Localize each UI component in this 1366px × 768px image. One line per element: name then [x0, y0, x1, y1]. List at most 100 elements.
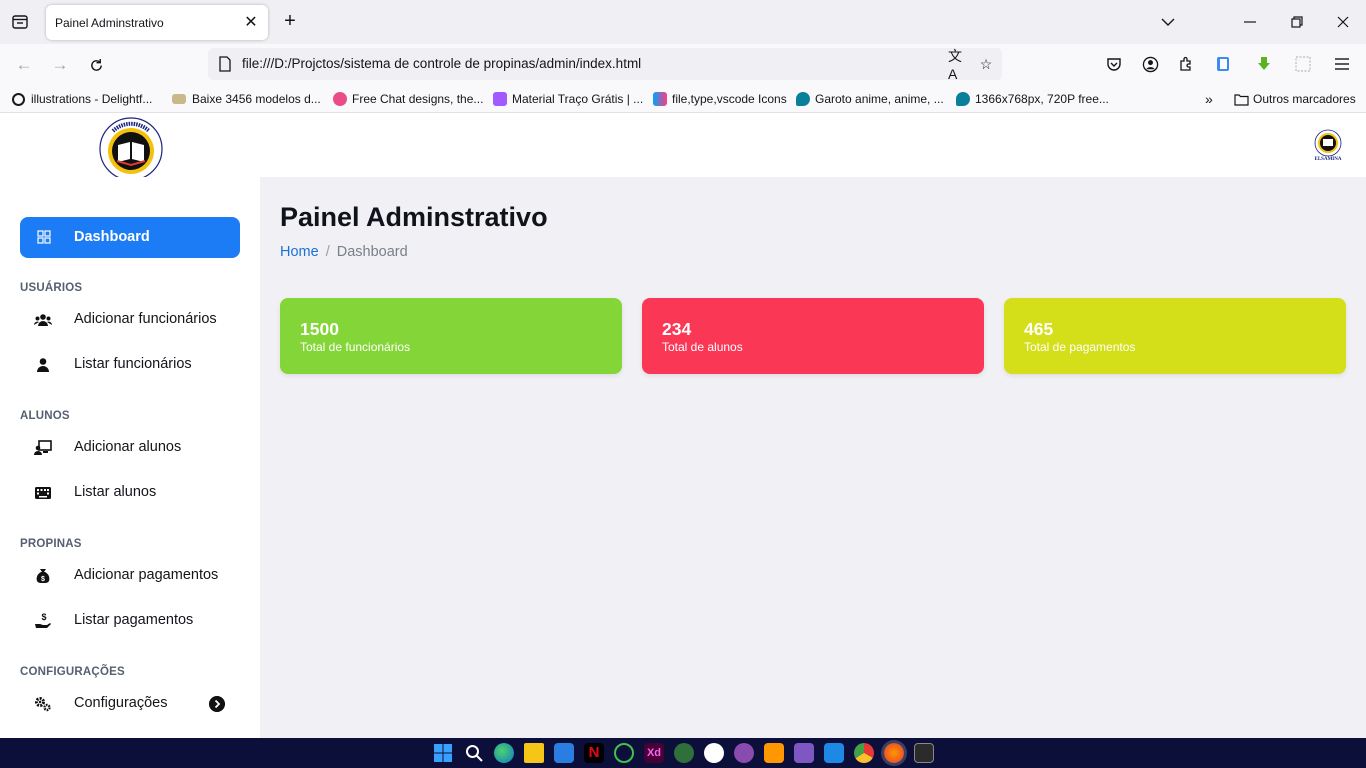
chrome-icon[interactable]: [854, 743, 874, 763]
breadcrumb-separator: /: [325, 244, 330, 260]
sidebar-item-label: Dashboard: [74, 229, 150, 245]
sidebar-item-label: Adicionar funcionários: [74, 311, 217, 327]
extensions-icon[interactable]: [1175, 53, 1197, 75]
stat-label: Total de pagamentos: [1024, 340, 1136, 354]
bookmark-item[interactable]: 1366x768px, 720P free...: [956, 90, 1109, 108]
account-icon[interactable]: [1139, 53, 1161, 75]
netflix-icon[interactable]: N: [584, 743, 604, 763]
svg-text:$: $: [41, 576, 45, 583]
user-avatar[interactable]: ELSAMINA: [1313, 129, 1343, 161]
container-tabs-icon[interactable]: [1212, 53, 1234, 75]
bookmark-item[interactable]: file,type,vscode Icons: [653, 90, 787, 108]
sidebar-item-add-staff[interactable]: Adicionar funcionários: [20, 304, 240, 336]
sidebar-item-label: Adicionar pagamentos: [74, 567, 219, 583]
dashboard-grid-icon: [37, 230, 51, 244]
search-icon[interactable]: [464, 743, 484, 763]
minimize-icon[interactable]: [1237, 9, 1263, 35]
close-window-icon[interactable]: [1330, 9, 1356, 35]
new-tab-button[interactable]: +: [279, 10, 301, 32]
url-bar[interactable]: file:///D:/Projctos/sistema de controle …: [208, 48, 1002, 82]
sidebar-item-list-payments[interactable]: $ Listar pagamentos: [20, 605, 240, 637]
svg-text:$: $: [41, 612, 46, 622]
bookmark-item[interactable]: illustrations - Delightf...: [12, 90, 152, 108]
more-bookmarks-icon[interactable]: »: [1205, 90, 1213, 108]
breadcrumb: Home / Dashboard: [280, 244, 408, 260]
tab-title: Painel Adminstrativo: [55, 15, 164, 30]
sidebar-item-label: Listar alunos: [74, 484, 157, 500]
folder-icon: [1234, 93, 1249, 106]
mongodb-icon[interactable]: [704, 743, 724, 763]
sidebar-item-list-students[interactable]: Listar alunos: [20, 477, 240, 509]
translate-icon[interactable]: 文A: [948, 48, 968, 82]
sidebar-item-add-payments[interactable]: $ Adicionar pagamentos: [20, 560, 240, 592]
os-taskbar: N Xd: [0, 738, 1366, 768]
bookmark-favicon-icon: [172, 94, 186, 104]
browser-tab[interactable]: Painel Adminstrativo ✕: [46, 5, 268, 40]
hand-holding-usd-icon: $: [35, 612, 51, 628]
sidebar-heading-usuarios: USUÁRIOS: [20, 282, 83, 294]
edge-browser-icon[interactable]: [494, 743, 514, 763]
screenshot-icon[interactable]: [1292, 53, 1314, 75]
bookmark-item[interactable]: Garoto anime, anime, ...: [796, 90, 944, 108]
bookmark-item[interactable]: Material Traço Grátis | ...: [493, 90, 643, 108]
store-icon[interactable]: [554, 743, 574, 763]
cogs-icon: [35, 697, 51, 712]
sidebar-item-add-students[interactable]: Adicionar alunos: [20, 432, 240, 464]
bookmarks-bar: illustrations - Delightf... Baixe 3456 m…: [0, 84, 1366, 113]
back-icon[interactable]: ←: [11, 52, 37, 78]
sidebar-item-label: Configurações: [74, 695, 168, 711]
browser-tab-bar: Painel Adminstrativo ✕ +: [0, 0, 1366, 44]
browser-nav-bar: ← → file:///D:/Projctos/sistema de contr…: [0, 44, 1366, 84]
breadcrumb-home-link[interactable]: Home: [280, 244, 319, 260]
sidebar-item-settings[interactable]: Configurações: [20, 688, 240, 720]
dribbble-icon: [333, 92, 347, 106]
forward-icon[interactable]: →: [47, 52, 73, 78]
sidebar-item-label: Listar funcionários: [74, 356, 192, 372]
upwork-icon[interactable]: [614, 743, 634, 763]
sidebar-heading-propinas: PROPINAS: [20, 538, 82, 550]
close-tab-icon[interactable]: ✕: [242, 13, 260, 31]
firefox-icon[interactable]: [884, 743, 904, 763]
sidebar-heading-alunos: ALUNOS: [20, 410, 70, 422]
bookmark-item[interactable]: Baixe 3456 modelos d...: [172, 90, 321, 108]
sublime-text-icon[interactable]: [764, 743, 784, 763]
svg-text:ELSAMINA: ELSAMINA: [1315, 157, 1342, 161]
chevron-right-icon[interactable]: [209, 696, 225, 712]
chalkboard-teacher-icon: [34, 440, 52, 455]
picsart-icon: [796, 92, 810, 106]
url-text[interactable]: file:///D:/Projctos/sistema de controle …: [242, 56, 641, 71]
terminal-icon[interactable]: [914, 743, 934, 763]
figma-icon: [493, 92, 507, 106]
list-all-tabs-icon[interactable]: [1155, 9, 1181, 35]
stat-value: 1500: [300, 319, 339, 339]
menu-icon[interactable]: [1331, 53, 1353, 75]
windows-start-icon[interactable]: [433, 743, 453, 763]
pocket-icon[interactable]: [1103, 53, 1125, 75]
android-studio-icon[interactable]: [674, 743, 694, 763]
adobe-xd-icon[interactable]: Xd: [644, 743, 664, 763]
file-explorer-icon[interactable]: [524, 743, 544, 763]
bookmark-star-icon[interactable]: ☆: [976, 54, 996, 74]
keyboard-icon: [35, 487, 51, 499]
github-desktop-icon[interactable]: [734, 743, 754, 763]
iconscout-icon: [653, 92, 667, 106]
tab-list-icon[interactable]: [8, 11, 32, 33]
reload-icon[interactable]: [83, 52, 109, 78]
bookmark-favicon-icon: [12, 92, 25, 106]
breadcrumb-current: Dashboard: [336, 244, 408, 260]
sidebar-item-list-staff[interactable]: Listar funcionários: [20, 349, 240, 381]
restore-icon[interactable]: [1284, 9, 1310, 35]
page-content: ELSAMINA ELSAMINA Dashboard USUÁRIOS Adi…: [0, 113, 1366, 738]
top-header: ELSAMINA ELSAMINA: [0, 113, 1366, 191]
bookmark-item[interactable]: Free Chat designs, the...: [333, 90, 483, 108]
user-icon: [37, 358, 49, 372]
vscode-icon[interactable]: [824, 743, 844, 763]
sidebar-item-dashboard[interactable]: Dashboard: [20, 217, 240, 258]
stat-card-payments[interactable]: 465 Total de pagamentos: [1004, 298, 1346, 374]
other-bookmarks[interactable]: Outros marcadores: [1234, 90, 1356, 108]
visual-studio-icon[interactable]: [794, 743, 814, 763]
stat-card-staff[interactable]: 1500 Total de funcionários: [280, 298, 622, 374]
sidebar-item-label: Listar pagamentos: [74, 612, 194, 628]
download-icon[interactable]: [1253, 53, 1275, 75]
stat-card-students[interactable]: 234 Total de alunos: [642, 298, 984, 374]
